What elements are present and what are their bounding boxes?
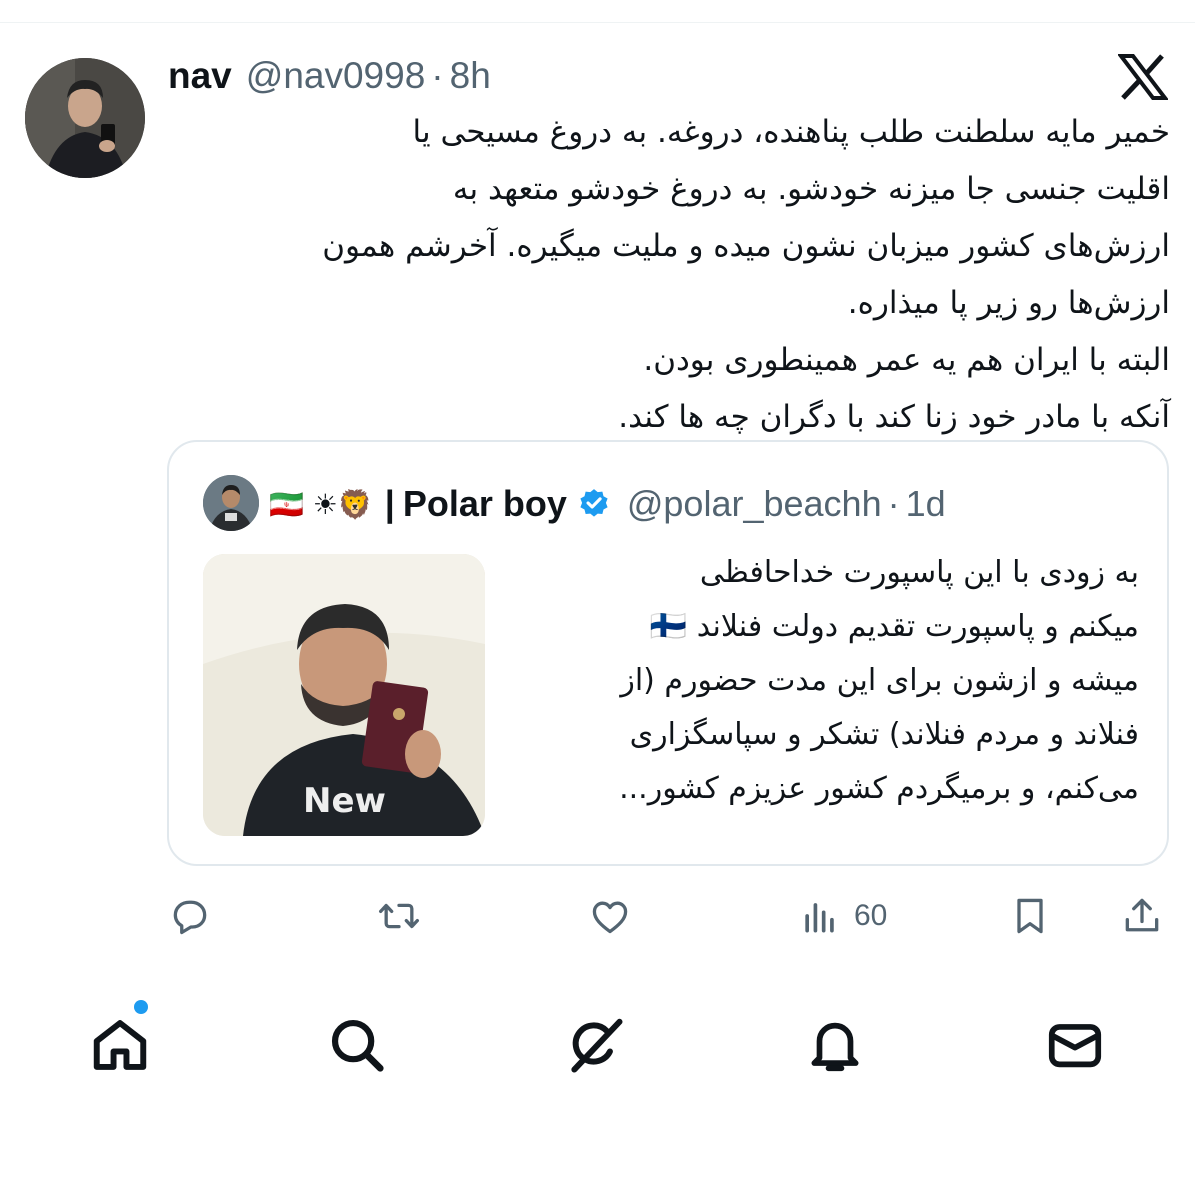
mail-icon bbox=[1048, 1024, 1102, 1068]
share-icon bbox=[1125, 898, 1159, 932]
tweet-text: خمیر مایه سلطنت طلب پناهنده، دروغه. به د… bbox=[168, 104, 1170, 446]
tweet-text-line: ارزش‌های کشور میزبان نشون میده و ملیت می… bbox=[322, 228, 1170, 264]
nav-search[interactable] bbox=[322, 1010, 392, 1080]
svg-text:New: New bbox=[303, 781, 386, 821]
retweet-icon bbox=[379, 903, 419, 929]
nav-messages[interactable] bbox=[1040, 1010, 1110, 1080]
bookmark-button[interactable] bbox=[1008, 888, 1052, 944]
reply-icon bbox=[173, 900, 207, 935]
top-divider bbox=[0, 22, 1195, 23]
quoted-photo: New bbox=[203, 554, 485, 836]
author-handle[interactable]: @nav0998 bbox=[246, 55, 426, 97]
author-display-name[interactable]: nav bbox=[168, 55, 232, 97]
tweet-timestamp[interactable]: 8h bbox=[450, 55, 491, 97]
quoted-text-line: میکنم و پاسپورت تقدیم دولت فنلاند 🇫🇮 bbox=[649, 609, 1139, 644]
quoted-tweet-text: به زودی با این پاسپورت خداحافظی میکنم و … bbox=[509, 546, 1139, 816]
home-unread-dot bbox=[134, 1000, 148, 1014]
quoted-handle[interactable]: @polar_beachh bbox=[627, 483, 882, 525]
quoted-name-emojis: 🇮🇷 ☀🦁 bbox=[269, 487, 373, 521]
quoted-text-line: به زودی با این پاسپورت خداحافظی bbox=[699, 555, 1139, 590]
header-separator: · bbox=[431, 55, 444, 96]
quoted-header-separator: · bbox=[887, 483, 900, 524]
verified-badge-icon bbox=[580, 489, 608, 517]
like-icon bbox=[592, 901, 628, 934]
tweet-header: nav @nav0998 · 8h bbox=[168, 52, 491, 100]
views-button[interactable]: 60 bbox=[798, 888, 887, 944]
views-icon bbox=[805, 903, 834, 933]
x-logo-icon bbox=[1118, 54, 1168, 100]
nav-home[interactable] bbox=[85, 1010, 155, 1080]
tweet-text-line: خمیر مایه سلطنت طلب پناهنده، دروغه. به د… bbox=[412, 114, 1170, 150]
author-avatar[interactable] bbox=[25, 58, 145, 178]
tweet-text-line: ارزش‌ها رو زیر پا میذاره. bbox=[847, 285, 1170, 321]
bottom-navigation bbox=[0, 1000, 1195, 1090]
quoted-text-line: می‌کنم، و برمیگردم کشور عزیزم کشور... bbox=[619, 771, 1139, 806]
quoted-bar-separator: | bbox=[384, 483, 395, 524]
bookmark-icon bbox=[1017, 898, 1043, 934]
quoted-author-avatar[interactable] bbox=[203, 475, 259, 531]
search-icon bbox=[331, 1019, 384, 1072]
tweet-text-line: اقلیت جنسی جا میزنه خودشو. به دروغ خودشو… bbox=[452, 171, 1170, 207]
author-avatar-photo bbox=[25, 58, 145, 178]
quoted-timestamp[interactable]: 1d bbox=[906, 483, 946, 525]
retweet-button[interactable] bbox=[377, 888, 421, 944]
quoted-text-line: میشه و ازشون برای این مدت حضورم (از bbox=[620, 663, 1139, 698]
quoted-display-name[interactable]: Polar boy bbox=[403, 483, 567, 525]
like-button[interactable] bbox=[588, 888, 632, 944]
quoted-avatar-photo bbox=[203, 475, 259, 531]
nav-notifications[interactable] bbox=[800, 1010, 870, 1080]
tweet-action-bar: 60 bbox=[0, 888, 1195, 948]
home-icon bbox=[93, 1020, 147, 1070]
grok-icon bbox=[571, 1018, 623, 1073]
reply-button[interactable] bbox=[168, 888, 212, 944]
bell-icon bbox=[811, 1022, 859, 1072]
tweet-text-line: البته با ایران هم یه عمر همینطوری بودن. bbox=[643, 342, 1170, 378]
tweet-text-line: آنکه با مادر خود زنا کند با دگران چه ها … bbox=[618, 399, 1170, 435]
nav-grok[interactable] bbox=[560, 1010, 630, 1080]
quoted-tweet-card[interactable]: 🇮🇷 ☀🦁 | Polar boy @polar_beachh · 1d New… bbox=[167, 440, 1169, 866]
quoted-text-line: فنلاند و مردم فنلاند) تشکر و سپاسگزاری bbox=[629, 717, 1139, 752]
share-button[interactable] bbox=[1120, 888, 1164, 944]
quoted-tweet-header: 🇮🇷 ☀🦁 | Polar boy @polar_beachh · 1d bbox=[269, 478, 946, 530]
views-count: 60 bbox=[854, 899, 888, 932]
quoted-media-image[interactable]: New bbox=[203, 554, 485, 836]
